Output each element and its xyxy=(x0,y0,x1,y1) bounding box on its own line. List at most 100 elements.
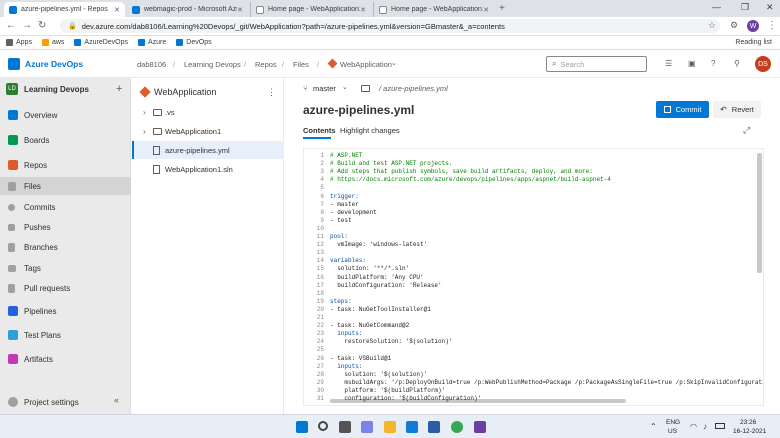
close-tab-icon[interactable]: ✕ xyxy=(114,6,120,14)
close-tab-icon[interactable]: ✕ xyxy=(237,6,243,14)
sidebar-item-files[interactable]: Files xyxy=(0,177,131,195)
search-box[interactable]: ⌕ Search xyxy=(546,56,647,72)
boards-icon xyxy=(8,135,18,145)
bag-icon[interactable]: ▣ xyxy=(688,59,696,68)
minimize-icon[interactable]: — xyxy=(712,2,721,12)
battery-icon[interactable] xyxy=(715,423,725,429)
list-icon[interactable]: ☰ xyxy=(665,59,672,68)
line-number: 8 xyxy=(320,208,324,216)
line-number: 29 xyxy=(316,378,324,386)
expand-icon[interactable]: ⤢ xyxy=(743,125,750,136)
windows-start-icon[interactable] xyxy=(296,421,308,433)
project-settings-link[interactable]: Project settings xyxy=(0,393,131,411)
menu-dots-icon[interactable]: ⋮ xyxy=(767,20,777,31)
reload-icon[interactable]: ↻ xyxy=(38,20,46,31)
bookmark-apps[interactable]: Apps xyxy=(6,39,32,46)
tab-home-page-1[interactable]: Home page - WebApplication1 ✕ xyxy=(250,2,371,17)
extensions-icon[interactable]: ⚙ xyxy=(730,20,738,31)
sidebar-item-pipelines[interactable]: Pipelines xyxy=(0,302,131,320)
sidebar-item-branches[interactable]: Branches xyxy=(0,238,131,256)
tab-home-page-2[interactable]: Home page - WebApplication1 ✕ xyxy=(373,2,494,17)
store-icon[interactable] xyxy=(428,421,440,433)
sidebar-item-pushes[interactable]: Pushes xyxy=(0,218,131,236)
user-avatar[interactable]: DS xyxy=(755,56,771,72)
user-settings-icon[interactable]: ⚲ xyxy=(734,59,740,68)
more-options-icon[interactable]: ⋮ xyxy=(267,87,276,98)
chevron-down-icon[interactable]: ⌄ xyxy=(391,59,397,67)
repo-header[interactable]: WebApplication ⋮ xyxy=(132,82,284,102)
bookmark-azure[interactable]: Azure xyxy=(138,39,166,46)
forward-icon[interactable]: → xyxy=(22,20,32,31)
breadcrumb-org[interactable]: dab8106 xyxy=(137,60,166,69)
close-tab-icon[interactable]: ✕ xyxy=(483,6,489,14)
window-close-icon[interactable]: ✕ xyxy=(766,2,774,13)
bookmark-star-icon[interactable]: ☆ xyxy=(708,20,716,31)
sidebar-item-test-plans[interactable]: Test Plans xyxy=(0,326,131,344)
language-indicator[interactable]: ENG xyxy=(666,419,680,426)
line-number: 16 xyxy=(316,273,324,281)
close-tab-icon[interactable]: ✕ xyxy=(360,6,366,14)
sidebar-item-tags[interactable]: Tags xyxy=(0,259,131,277)
azure-devops-logo-icon[interactable] xyxy=(8,58,20,70)
scrollbar-vertical[interactable] xyxy=(757,153,762,273)
branch-selector[interactable]: master xyxy=(313,84,336,93)
chevron-down-icon[interactable]: ⌄ xyxy=(342,83,348,91)
bookmark-devops[interactable]: DevOps xyxy=(176,39,212,46)
tree-item-label: .vs xyxy=(165,107,175,117)
collapse-sidebar-icon[interactable]: « xyxy=(114,395,119,405)
reading-list-link[interactable]: Reading list xyxy=(735,39,772,46)
bookmarks-bar: Apps aws AzureDevOps Azure DevOps Readin… xyxy=(0,36,780,50)
tab-azure-pipelines[interactable]: azure-pipelines.yml - Repos ✕ xyxy=(4,2,125,17)
sidebar-item-boards[interactable]: Boards xyxy=(0,131,131,149)
commit-button[interactable]: Commit xyxy=(656,101,709,118)
back-icon[interactable]: ← xyxy=(6,20,16,31)
tray-chevron-icon[interactable]: ⌃ xyxy=(650,422,657,431)
volume-icon[interactable]: ♪ xyxy=(703,422,707,431)
wifi-icon[interactable]: ◠ xyxy=(690,422,697,431)
search-icon: ⌕ xyxy=(552,59,557,68)
profile-avatar[interactable]: W xyxy=(747,20,759,32)
tree-file-sln[interactable]: WebApplication1.sln xyxy=(132,160,284,178)
tree-file-azure-pipelines[interactable]: azure-pipelines.yml xyxy=(132,141,284,159)
maximize-icon[interactable]: ❐ xyxy=(741,2,749,13)
commit-icon xyxy=(663,106,671,113)
chrome-icon[interactable] xyxy=(451,421,463,433)
sidebar-item-label: Pushes xyxy=(24,222,51,232)
task-view-icon[interactable] xyxy=(339,421,351,433)
tab-contents[interactable]: Contents xyxy=(303,126,336,135)
breadcrumb-repo[interactable]: WebApplication xyxy=(340,60,392,69)
tab-webmagic-prod[interactable]: webmagic-prod - Microsoft Azure ✕ xyxy=(127,2,248,17)
new-tab-icon[interactable]: + xyxy=(499,3,505,14)
file-explorer-icon[interactable] xyxy=(384,421,396,433)
bookmark-aws[interactable]: aws xyxy=(41,39,64,46)
sidebar-item-repos[interactable]: Repos xyxy=(0,156,131,174)
revert-button[interactable]: ↶ Revert xyxy=(713,101,761,118)
sidebar-item-artifacts[interactable]: Artifacts xyxy=(0,350,131,368)
breadcrumb-repos[interactable]: Repos xyxy=(255,60,277,69)
teams-icon[interactable] xyxy=(361,421,373,433)
sidebar-item-overview[interactable]: Overview xyxy=(0,106,131,124)
search-icon[interactable] xyxy=(318,421,328,431)
line-number: 3 xyxy=(320,168,324,176)
tree-folder-vs[interactable]: › .vs xyxy=(132,103,284,121)
edge-icon[interactable] xyxy=(406,421,418,433)
folder-icon[interactable] xyxy=(361,85,370,92)
visual-studio-icon[interactable] xyxy=(474,421,486,433)
add-icon[interactable]: + xyxy=(116,83,122,95)
sidebar-item-pull-requests[interactable]: Pull requests xyxy=(0,279,131,297)
tab-highlight-changes[interactable]: Highlight changes xyxy=(340,126,400,135)
project-header[interactable]: LD Learning Devops + xyxy=(0,78,131,100)
breadcrumb-files[interactable]: Files xyxy=(293,60,309,69)
brand-title[interactable]: Azure DevOps xyxy=(25,59,83,69)
tree-folder-webapplication1[interactable]: › WebApplication1 xyxy=(132,122,284,140)
folder-icon xyxy=(153,127,162,135)
breadcrumb-project[interactable]: Learning Devops xyxy=(184,60,241,69)
tag-icon xyxy=(8,264,16,272)
url-field[interactable]: 🔒 dev.azure.com/dab8106/Learning%20Devop… xyxy=(60,19,720,33)
line-number: 13 xyxy=(316,249,324,257)
sidebar-item-commits[interactable]: Commits xyxy=(0,198,131,216)
bookmark-azuredevops[interactable]: AzureDevOps xyxy=(74,39,128,46)
help-icon[interactable]: ? xyxy=(711,59,715,68)
clock-time[interactable]: 23:26 xyxy=(740,419,756,426)
code-editor[interactable]: 1 # ASP.NET 2 # Build and test ASP.NET proj… xyxy=(303,148,764,406)
